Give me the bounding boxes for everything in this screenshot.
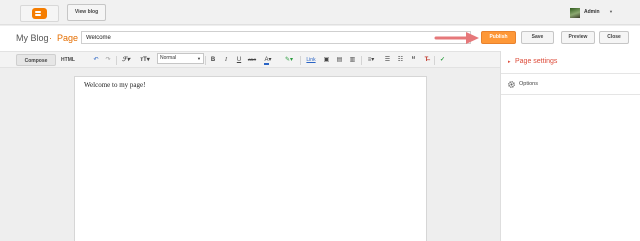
remove-formatting-icon[interactable]: T̶ <box>422 54 431 66</box>
strikethrough-icon[interactable]: ABC <box>247 54 257 66</box>
title-separator: · <box>49 33 52 43</box>
image-icon[interactable]: ▣ <box>322 54 331 66</box>
blog-name[interactable]: My Blog <box>16 33 49 43</box>
font-size-icon[interactable]: тT▾ <box>138 54 152 66</box>
expand-icon[interactable]: ▸ <box>508 59 511 65</box>
highlight-icon[interactable]: ✎▾ <box>282 54 296 66</box>
toolbar-divider <box>300 56 301 65</box>
editor-content[interactable]: Welcome to my page! <box>84 81 145 89</box>
save-button[interactable]: Save <box>521 31 554 44</box>
options-item[interactable]: Options <box>501 75 640 95</box>
redo-icon[interactable]: ↷ <box>104 54 112 66</box>
chevron-down-icon: ▼ <box>197 56 201 61</box>
top-bar: View blog Admin ▼ <box>0 0 640 25</box>
user-name[interactable]: Admin <box>584 9 600 15</box>
editor-toolbar: Compose HTML ↶ ↷ ℱ▾ тT▾ B I U ABC A▾ ✎▾ … <box>0 51 500 68</box>
page-title-input[interactable] <box>81 31 471 44</box>
tab-compose[interactable]: Compose <box>16 54 56 66</box>
gear-icon <box>508 81 515 88</box>
tab-html[interactable]: HTML <box>58 54 78 66</box>
post-editor[interactable]: Welcome to my page! <box>74 76 427 241</box>
settings-sidebar: ▸ Page settings Options <box>500 51 640 241</box>
preview-button[interactable]: Preview <box>561 31 595 44</box>
view-blog-button[interactable]: View blog <box>67 4 106 21</box>
jump-break-icon[interactable]: ▥ <box>348 54 357 66</box>
blogger-home-button[interactable] <box>20 5 59 22</box>
caret-down-icon[interactable]: ▼ <box>609 9 613 14</box>
font-size-select[interactable]: Normal ▼ <box>157 53 204 64</box>
numbered-list-icon[interactable]: ☰ <box>383 54 392 66</box>
font-size-select-value: Normal <box>160 55 177 61</box>
bold-icon[interactable]: B <box>209 54 217 66</box>
toolbar-divider <box>205 56 206 65</box>
toolbar-divider <box>361 56 362 65</box>
avatar[interactable] <box>570 8 580 18</box>
close-button[interactable]: Close <box>599 31 629 44</box>
spellcheck-icon[interactable]: ✓ <box>438 54 447 66</box>
underline-icon[interactable]: U <box>235 54 243 66</box>
undo-icon[interactable]: ↶ <box>92 54 100 66</box>
blogger-logo-icon <box>32 8 47 19</box>
bulleted-list-icon[interactable]: ☷ <box>396 54 405 66</box>
quote-icon[interactable]: “ <box>409 54 418 66</box>
italic-icon[interactable]: I <box>222 54 230 66</box>
link-icon[interactable]: Link <box>304 54 318 66</box>
arrow-annotation-icon <box>434 32 479 44</box>
page-settings-header[interactable]: ▸ Page settings <box>501 51 640 74</box>
font-family-icon[interactable]: ℱ▾ <box>120 54 132 66</box>
text-color-icon[interactable]: A▾ <box>262 54 274 66</box>
toolbar-divider <box>434 56 435 65</box>
publish-button[interactable]: Publish <box>481 31 516 44</box>
page-type-label: Page <box>57 33 79 43</box>
options-label: Options <box>519 81 538 87</box>
align-icon[interactable]: ≡▾ <box>365 54 377 66</box>
page-settings-title: Page settings <box>515 58 558 65</box>
video-icon[interactable]: ▤ <box>335 54 344 66</box>
toolbar-divider <box>116 56 117 65</box>
